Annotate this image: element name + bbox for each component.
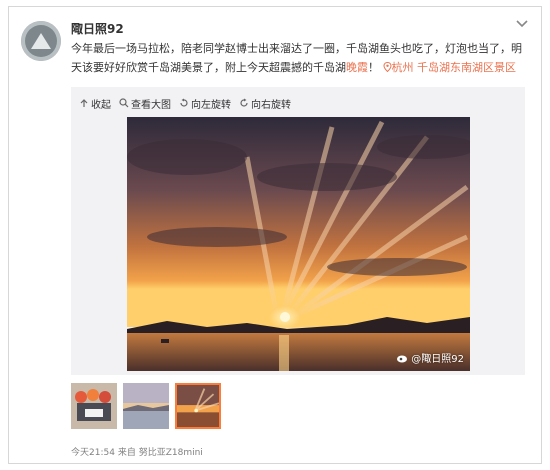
- post-time[interactable]: 今天21:54: [71, 448, 115, 458]
- collapse-button[interactable]: 收起: [79, 96, 111, 111]
- collapse-label: 收起: [91, 99, 111, 111]
- username[interactable]: 陬日照92: [71, 20, 124, 37]
- rotate-left-icon: [180, 98, 188, 107]
- thumbnail-crowd[interactable]: [71, 383, 117, 429]
- collapse-arrow-icon: [80, 99, 88, 107]
- view-large-label: 查看大图: [131, 99, 171, 111]
- rotate-left-button[interactable]: 向左旋转: [179, 96, 231, 111]
- media-viewer: 收起 查看大图 向左旋转 向右旋转 @陬日照92: [71, 87, 525, 375]
- main-photo[interactable]: @陬日照92: [127, 117, 477, 371]
- rotate-left-label: 向左旋转: [191, 99, 231, 111]
- rotate-right-button[interactable]: 向右旋转: [239, 96, 291, 111]
- thumbnail-sunset[interactable]: [175, 383, 221, 429]
- weibo-logo-icon: [397, 355, 408, 362]
- thumbnail-lake[interactable]: [123, 383, 169, 429]
- watermark: @陬日照92: [396, 350, 464, 365]
- post-footer: 今天21:54 来自 努比亚Z18mini: [71, 445, 203, 458]
- media-toolbar: 收起 查看大图 向左旋转 向右旋转: [79, 95, 291, 111]
- post-text: 今年最后一场马拉松，陪老同学赵博士出来溜达了一圈，千岛湖鱼头也吃了，灯泡也当了，…: [71, 39, 523, 77]
- avatar-image: [21, 21, 61, 61]
- avatar[interactable]: [21, 21, 61, 61]
- weibo-post-card: 陬日照92 今年最后一场马拉松，陪老同学赵博士出来溜达了一圈，千岛湖鱼头也吃了，…: [8, 6, 542, 464]
- post-highlight[interactable]: 晚霞: [346, 61, 368, 74]
- thumbnail-lake-image: [123, 383, 169, 429]
- source-prefix: 来自: [117, 448, 136, 458]
- watermark-text: @陬日照92: [411, 354, 464, 365]
- magnifier-icon: [119, 98, 129, 108]
- source-device[interactable]: 努比亚Z18mini: [139, 448, 203, 458]
- rotate-right-label: 向右旋转: [251, 99, 291, 111]
- chevron-down-icon[interactable]: [515, 19, 529, 29]
- sunset-photo: [127, 117, 477, 371]
- view-large-button[interactable]: 查看大图: [119, 96, 171, 111]
- rotate-right-icon: [240, 98, 248, 107]
- location-link[interactable]: 杭州 千岛湖东南湖区景区: [382, 61, 517, 74]
- thumbnail-strip: [71, 383, 221, 429]
- thumbnail-crowd-image: [71, 383, 117, 429]
- location-pin-icon: [382, 61, 392, 73]
- post-tail: ！: [368, 61, 379, 74]
- thumbnail-sunset-image: [177, 385, 219, 427]
- location-label: 杭州 千岛湖东南湖区景区: [391, 61, 517, 74]
